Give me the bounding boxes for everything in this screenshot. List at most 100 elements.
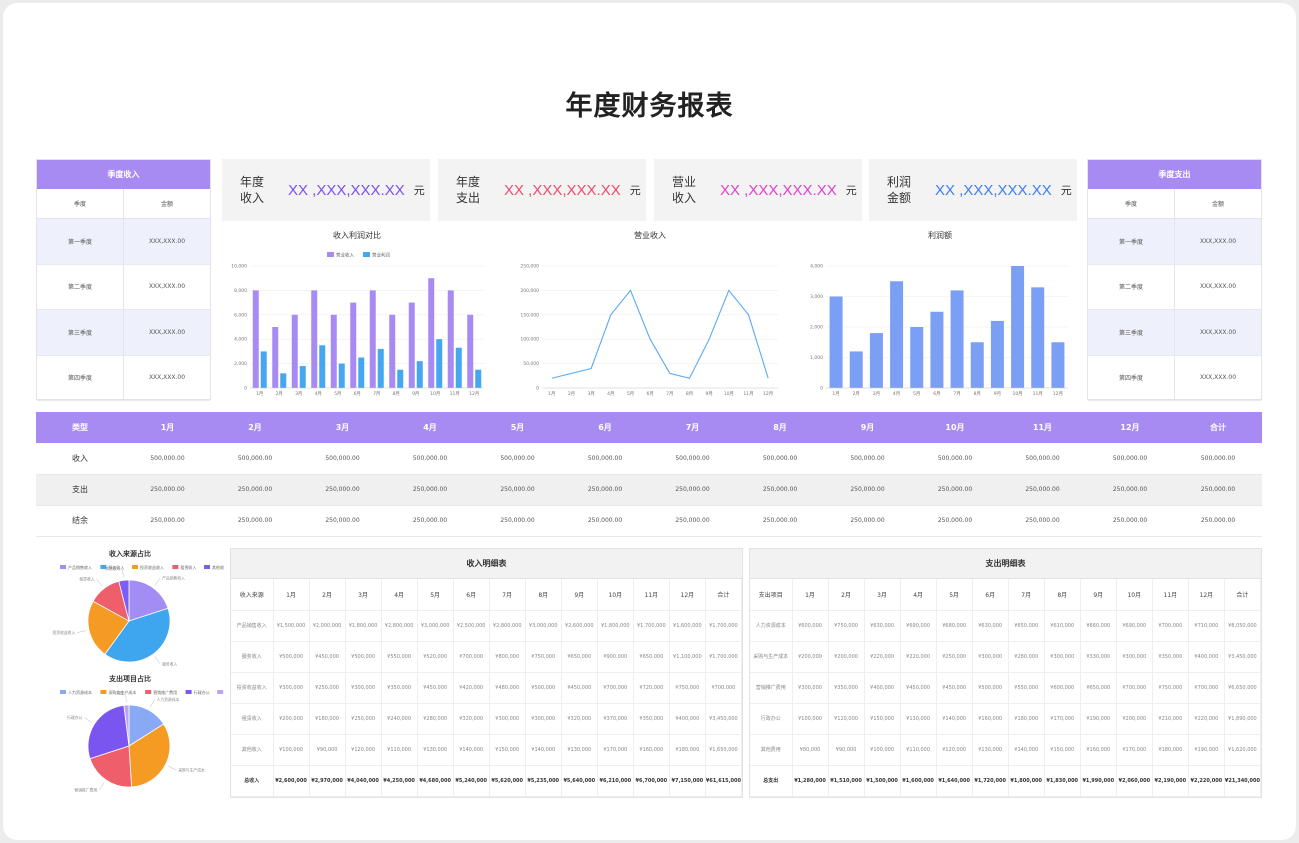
column-header: 收入来源 <box>231 579 274 611</box>
table-cell: ¥140,000 <box>936 703 973 735</box>
table-cell: ¥130,000 <box>900 703 937 735</box>
table-cell: ¥350,000 <box>828 672 865 704</box>
column-header: 支出项目 <box>750 579 793 611</box>
x-tick-label: 9月 <box>412 391 419 397</box>
table-cell: ¥330,000 <box>1080 641 1117 673</box>
table-cell: ¥450,000 <box>900 672 937 704</box>
table-cell: 租赁收入 <box>231 703 274 735</box>
quarter-amount: XXX,XXX.00 <box>148 237 186 245</box>
table-cell: ¥1,720,000 <box>972 765 1009 797</box>
x-tick-label: 11月 <box>743 391 753 397</box>
column-header: 7月 <box>649 412 736 443</box>
income-detail-table: 收入明细表 收入来源 1月 2月 3月 4月 5月 6月 7月 8月 9月 10月 11月 12月 合计产… <box>230 548 743 798</box>
table-cell: ¥150,000 <box>489 734 526 766</box>
table-cell: ¥350,000 <box>633 703 670 735</box>
column-header: 10月 <box>911 412 999 443</box>
table-cell: ¥450,000 <box>561 672 598 704</box>
slice-label: 其他 <box>116 691 124 696</box>
slice-label: 其他收入 <box>105 566 120 571</box>
x-tick-label: 11月 <box>1033 391 1043 397</box>
x-tick-label: 5月 <box>913 391 920 397</box>
column-header: 6月 <box>561 412 649 443</box>
table-row: 其他收入 ¥100,000 ¥90,000 ¥120,000 ¥110,000 ¥130,… <box>231 734 743 766</box>
operating-income-chart: 营业收入 0 50,000 100,000 150,000 200,000 250,000… <box>510 226 790 402</box>
table-cell: 500,000.00 <box>211 443 299 475</box>
table-cell: 250,000.00 <box>911 474 999 506</box>
y-tick-label: 8,000 <box>234 288 247 294</box>
column-header: 12月 <box>669 579 706 611</box>
table-cell: ¥120,000 <box>828 703 865 735</box>
table-cell: 250,000.00 <box>386 505 474 537</box>
legend-swatch <box>327 252 334 257</box>
x-tick-label: 10月 <box>1012 391 1022 397</box>
y-tick-label: 0 <box>536 386 539 392</box>
table-row: 支出 250,000.00 250,000.00 250,000.00 250,000.… <box>36 474 1262 506</box>
bar-profit <box>299 366 306 388</box>
x-tick-label: 2月 <box>568 391 575 397</box>
legend-swatch <box>145 690 152 694</box>
leader-line <box>149 699 155 708</box>
column-header: 9月 <box>824 412 911 443</box>
kpi-card-annual-income: 年度 收入 XX ,XXX,XXX.XX 元 <box>222 159 430 221</box>
table-cell: ¥650,000 <box>1080 672 1117 704</box>
bar-profit <box>869 333 883 388</box>
column-header: 7月 <box>1008 579 1045 611</box>
table-cell: 采购与生产成本 <box>750 641 793 673</box>
bar-income <box>350 302 357 388</box>
page-title: 年度财务报表 <box>565 91 734 122</box>
table-cell: 250,000.00 <box>211 474 299 506</box>
kpi-label-line2: 收入 <box>672 191 697 205</box>
table-cell: ¥350,000 <box>381 672 418 704</box>
table-cell: 250,000.00 <box>649 474 736 506</box>
bar-profit <box>319 345 326 388</box>
column-header: 10月 <box>597 579 634 611</box>
table-cell: ¥700,000 <box>705 672 743 704</box>
table-row: 第一季度 XXX,XXX.00 <box>37 219 210 265</box>
table-cell: ¥450,000 <box>309 641 346 673</box>
table-row: 其他费用 ¥80,000 ¥90,000 ¥100,000 ¥110,000 ¥120,0… <box>750 734 1262 766</box>
bar-profit <box>1051 342 1065 388</box>
table-cell: ¥500,000 <box>525 672 562 704</box>
table-cell: ¥1,500,000 <box>864 765 901 797</box>
table-cell: ¥700,000 <box>453 641 490 673</box>
table-cell: ¥300,000 <box>489 703 526 735</box>
table-cell: ¥4,250,000 <box>381 765 418 797</box>
quarter-amount: XXX,XXX.00 <box>1199 374 1237 382</box>
column-header: 8月 <box>1044 579 1081 611</box>
table-cell: ¥160,000 <box>972 703 1009 735</box>
quarter-label: 第一季度 <box>1088 219 1175 264</box>
x-tick-label: 10月 <box>430 391 440 397</box>
table-cell: ¥2,000,000 <box>309 610 346 642</box>
table-cell: 250,000.00 <box>386 474 474 506</box>
x-tick-label: 1月 <box>548 391 555 397</box>
x-tick-label: 12月 <box>1053 391 1063 397</box>
bar-profit <box>829 296 843 388</box>
bar-profit <box>1031 287 1045 388</box>
y-tick-label: 250,000 <box>520 264 539 270</box>
table-cell: ¥750,000 <box>669 672 706 704</box>
table-cell: ¥6,650,000 <box>1224 672 1262 704</box>
column-header-amount: 金额 <box>1211 201 1224 208</box>
table-cell: ¥200,000 <box>1116 703 1153 735</box>
table-cell: ¥200,000 <box>828 641 865 673</box>
table-cell: ¥700,000 <box>1188 672 1225 704</box>
table-cell: ¥4,680,000 <box>417 765 454 797</box>
bar-profit <box>377 348 384 388</box>
table-row: 总收入 ¥2,600,000 ¥2,970,000 ¥4,040,000 ¥4,250,… <box>231 765 743 797</box>
slice-label: 人力资源成本 <box>157 697 180 702</box>
column-header: 9月 <box>561 579 598 611</box>
table-cell: ¥400,000 <box>864 672 901 704</box>
table-cell: ¥300,000 <box>792 672 829 704</box>
kpi-label-line1: 利润 <box>887 175 912 189</box>
table-cell: ¥630,000 <box>972 610 1009 642</box>
table-cell: ¥2,600,000 <box>561 610 598 642</box>
table-cell: ¥8,050,000 <box>1224 610 1262 642</box>
column-header: 2月 <box>309 579 346 611</box>
table-cell: ¥1,800,000 <box>345 610 382 642</box>
legend-label: 投资收益收入 <box>140 564 164 570</box>
table-cell: ¥3,450,000 <box>1224 641 1262 673</box>
table-cell: ¥200,000 <box>273 703 310 735</box>
table-cell: ¥61,615,000 <box>705 765 743 797</box>
income-source-pie: 收入来源占比 产品销售收入服务收入投资收益收入租赁收入其他收入产品销售收入服务收… <box>36 549 228 667</box>
table-cell: ¥480,000 <box>489 672 526 704</box>
